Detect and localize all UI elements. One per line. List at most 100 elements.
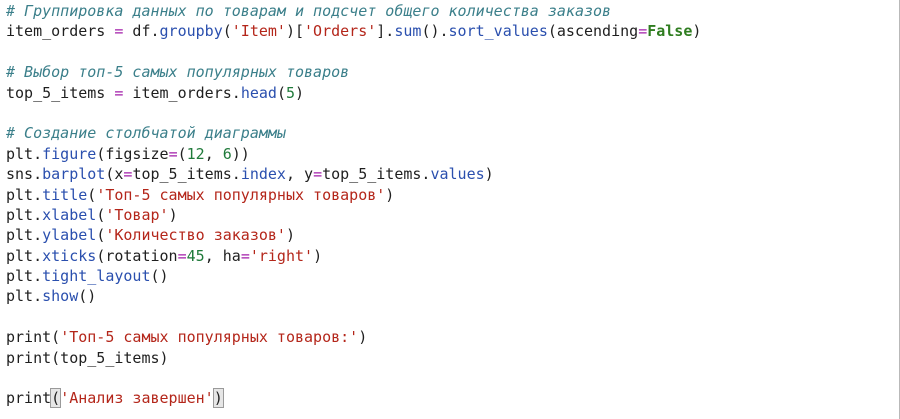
code-token: # Выбор топ-5 самых популярных товаров xyxy=(6,63,350,82)
code-token: ) xyxy=(168,205,178,224)
code-line[interactable]: plt.figure(figsize=(12, 6)) xyxy=(6,144,701,164)
code-line[interactable]: # Выбор топ-5 самых популярных товаров xyxy=(6,62,701,82)
code-line[interactable] xyxy=(6,103,701,123)
code-token: ) xyxy=(358,328,368,347)
code-token: print xyxy=(6,389,52,408)
code-token: # Группировка данных по товарам и подсче… xyxy=(6,2,612,20)
code-token: (ascending xyxy=(547,22,639,41)
code-token: , ha xyxy=(204,246,241,265)
code-line[interactable]: print('Анализ завершен') xyxy=(6,388,701,409)
code-token: 'Item' xyxy=(231,22,286,41)
code-token: item_orders. xyxy=(123,83,241,102)
code-token: 'Топ-5 самых популярных товаров' xyxy=(96,185,386,204)
code-token: xlabel xyxy=(42,205,97,224)
code-token: barplot xyxy=(42,165,106,184)
code-token: # Создание столбчатой диаграммы xyxy=(6,124,286,143)
code-token: xticks xyxy=(42,246,97,265)
code-token: () xyxy=(78,287,97,306)
code-token: top_5_items. xyxy=(322,165,431,184)
code-token: sns. xyxy=(6,165,43,184)
code-line[interactable]: sns.barplot(x=top_5_items.index, y=top_5… xyxy=(6,164,701,184)
code-line[interactable]: print('Топ-5 самых популярных товаров:') xyxy=(6,327,701,347)
code-token: 'Количество заказов' xyxy=(105,226,286,245)
code-token: ( xyxy=(96,205,106,224)
code-token: plt. xyxy=(6,246,43,265)
code-token: df. xyxy=(123,22,160,41)
code-token: ) xyxy=(212,388,224,409)
code-token: ( xyxy=(222,22,232,41)
text-cursor xyxy=(222,389,224,407)
code-token: ) xyxy=(295,83,305,102)
code-token: print( xyxy=(6,328,61,347)
code-token: head xyxy=(240,83,277,102)
code-line[interactable]: plt.title('Топ-5 самых популярных товаро… xyxy=(6,185,701,205)
code-token: = xyxy=(240,246,250,265)
code-token: ( xyxy=(276,83,286,102)
code-token: 'Orders' xyxy=(304,22,377,41)
code-token: = xyxy=(177,246,187,265)
code-token: top_5_items. xyxy=(132,165,241,184)
code-token: False xyxy=(647,22,693,41)
code-token: 'Товар' xyxy=(105,205,169,224)
code-token: groupby xyxy=(159,22,223,41)
code-token: plt. xyxy=(6,226,43,245)
code-token: ) xyxy=(285,226,295,245)
code-token: ( xyxy=(96,226,106,245)
code-line[interactable]: item_orders = df.groupby('Item')['Orders… xyxy=(6,21,701,41)
code-token: show xyxy=(42,287,79,306)
code-token: figure xyxy=(42,144,97,163)
code-line[interactable]: print(top_5_items) xyxy=(6,348,701,368)
code-token: ( xyxy=(87,185,97,204)
code-token: print(top_5_items) xyxy=(6,348,169,367)
code-token: 45 xyxy=(186,246,205,265)
code-token: plt. xyxy=(6,287,43,306)
code-token: 'Анализ завершен' xyxy=(60,389,214,408)
code-line[interactable]: plt.tight_layout() xyxy=(6,266,701,286)
code-editor[interactable]: # Группировка данных по товарам и подсче… xyxy=(0,0,900,419)
code-token: (rotation xyxy=(96,246,178,265)
code-token: , xyxy=(204,144,223,163)
code-token: (figsize xyxy=(96,144,169,163)
code-line[interactable]: plt.show() xyxy=(6,286,701,306)
code-line[interactable] xyxy=(6,42,701,62)
code-token: plt. xyxy=(6,205,43,224)
code-token: item_orders xyxy=(6,22,115,41)
code-token: ylabel xyxy=(42,226,97,245)
code-token: = xyxy=(638,22,648,41)
code-token: ( xyxy=(177,144,187,163)
code-token: top_5_items xyxy=(6,83,115,102)
code-token: sort_values xyxy=(448,22,548,41)
code-line[interactable]: plt.ylabel('Количество заказов') xyxy=(6,225,701,245)
code-token: (x xyxy=(105,165,124,184)
code-token: (). xyxy=(421,22,449,41)
code-token: , y xyxy=(285,165,314,184)
code-token: plt. xyxy=(6,267,43,286)
code-token: index xyxy=(240,165,286,184)
code-token: 'Топ-5 самых популярных товаров:' xyxy=(60,328,359,347)
code-line[interactable]: # Создание столбчатой диаграммы xyxy=(6,123,701,143)
code-token: plt. xyxy=(6,185,43,204)
code-token: 'right' xyxy=(249,246,314,265)
code-token: ]. xyxy=(376,22,395,41)
code-token: )) xyxy=(231,144,250,163)
code-token: tight_layout xyxy=(42,267,151,286)
code-token: values xyxy=(430,165,485,184)
code-token: = xyxy=(313,165,323,184)
code-line[interactable]: plt.xticks(rotation=45, ha='right') xyxy=(6,246,701,266)
code-line[interactable]: # Группировка данных по товарам и подсче… xyxy=(6,1,701,21)
code-token: 6 xyxy=(222,144,232,163)
code-token: plt. xyxy=(6,144,43,163)
code-token: ) xyxy=(692,22,702,41)
code-token: () xyxy=(150,267,169,286)
code-line[interactable] xyxy=(6,307,701,327)
code-token: title xyxy=(42,185,88,204)
code-lines[interactable]: # Группировка данных по товарам и подсче… xyxy=(6,1,701,409)
code-token: sum xyxy=(394,22,422,41)
code-line[interactable]: top_5_items = item_orders.head(5) xyxy=(6,83,701,103)
code-token: = xyxy=(168,144,178,163)
code-line[interactable] xyxy=(6,368,701,388)
code-token: 12 xyxy=(186,144,205,163)
code-token: 5 xyxy=(285,83,295,102)
code-line[interactable]: plt.xlabel('Товар') xyxy=(6,205,701,225)
code-token: ( xyxy=(50,388,62,409)
